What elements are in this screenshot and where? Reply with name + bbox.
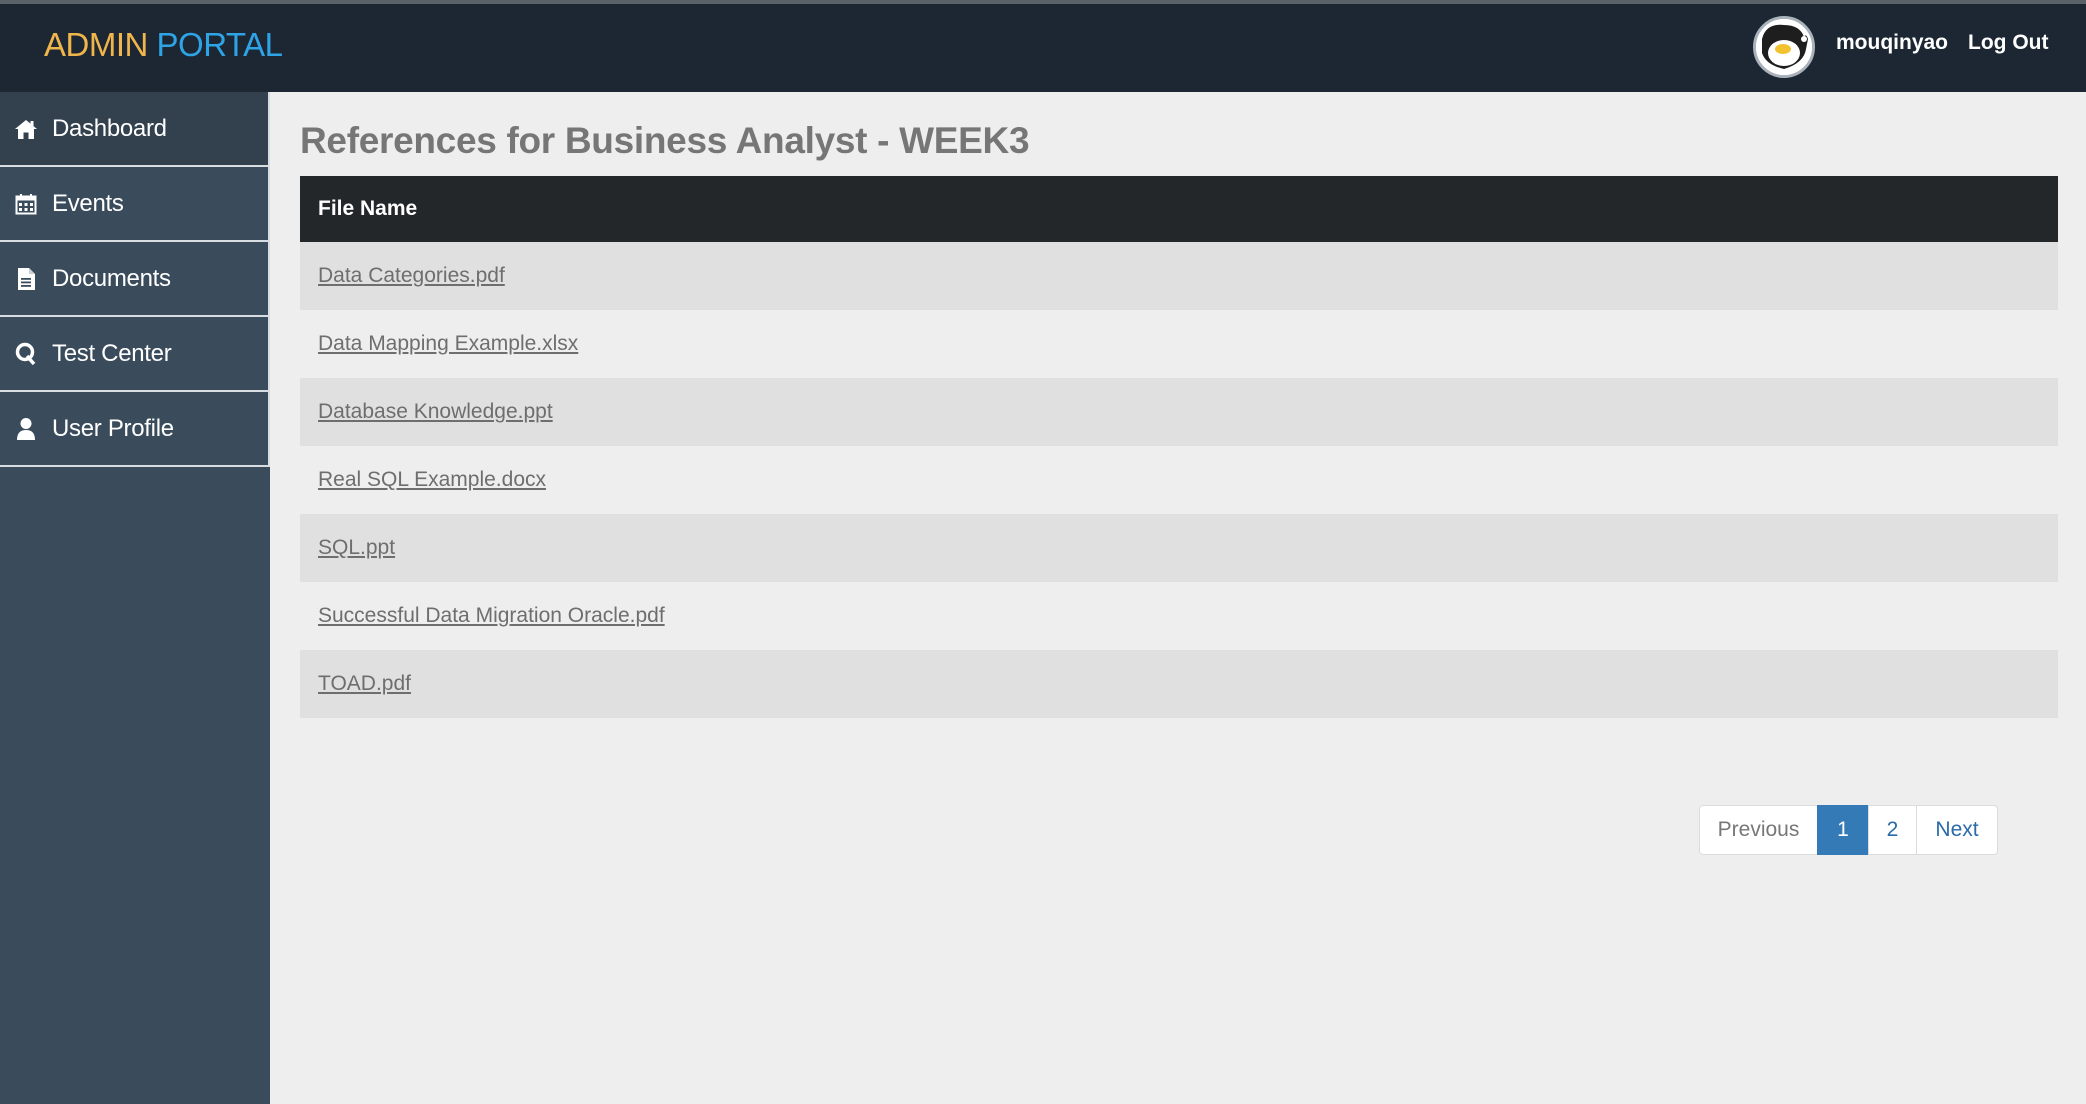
brand-logo[interactable]: ADMIN PORTAL [44, 26, 283, 64]
table-row: Database Knowledge.ppt [300, 378, 2058, 446]
file-link[interactable]: Data Categories.pdf [318, 264, 505, 288]
sidebar-item-label: Documents [52, 264, 171, 292]
pagination: Previous 1 2 Next [1699, 805, 1998, 855]
file-link[interactable]: Database Knowledge.ppt [318, 400, 553, 424]
table-row: Data Mapping Example.xlsx [300, 310, 2058, 378]
table-row: TOAD.pdf [300, 650, 2058, 718]
user-icon [14, 417, 38, 441]
file-link[interactable]: TOAD.pdf [318, 672, 411, 696]
sidebar: Dashboard Events Documents Test Center U… [0, 92, 270, 1104]
table-row: SQL.ppt [300, 514, 2058, 582]
file-link[interactable]: Successful Data Migration Oracle.pdf [318, 604, 665, 628]
calendar-icon [14, 192, 38, 216]
document-icon [14, 267, 38, 291]
next-page-button[interactable]: Next [1916, 805, 1998, 855]
table-header-file-name: File Name [300, 176, 2058, 242]
username[interactable]: mouqinyao [1836, 31, 1948, 55]
files-table: File Name Data Categories.pdf Data Mappi… [300, 176, 2058, 718]
table-row: Data Categories.pdf [300, 242, 2058, 310]
sidebar-item-documents[interactable]: Documents [0, 242, 270, 317]
top-header: ADMIN PORTAL mouqinyao Log Out [0, 0, 2086, 92]
previous-page-button[interactable]: Previous [1699, 805, 1818, 855]
home-icon [14, 117, 38, 141]
sidebar-item-test-center[interactable]: Test Center [0, 317, 270, 392]
file-link[interactable]: Real SQL Example.docx [318, 468, 546, 492]
penguin-avatar-icon [1756, 19, 1812, 75]
page-title: References for Business Analyst - WEEK3 [300, 120, 1030, 161]
file-link[interactable]: SQL.ppt [318, 536, 395, 560]
page-1-button[interactable]: 1 [1817, 805, 1869, 855]
sidebar-item-user-profile[interactable]: User Profile [0, 392, 270, 467]
sidebar-item-label: Events [52, 189, 124, 217]
file-link[interactable]: Data Mapping Example.xlsx [318, 332, 578, 356]
sidebar-item-label: Test Center [52, 339, 172, 367]
brand-part-admin: ADMIN [44, 26, 148, 63]
avatar[interactable] [1753, 16, 1815, 78]
logout-link[interactable]: Log Out [1968, 31, 2048, 55]
q-icon [14, 342, 38, 366]
table-row: Real SQL Example.docx [300, 446, 2058, 514]
table-row: Successful Data Migration Oracle.pdf [300, 582, 2058, 650]
sidebar-item-label: Dashboard [52, 114, 167, 142]
sidebar-item-events[interactable]: Events [0, 167, 270, 242]
page-2-button[interactable]: 2 [1868, 805, 1917, 855]
brand-part-portal: PORTAL [156, 26, 284, 63]
sidebar-item-dashboard[interactable]: Dashboard [0, 92, 270, 167]
sidebar-item-label: User Profile [52, 414, 174, 442]
